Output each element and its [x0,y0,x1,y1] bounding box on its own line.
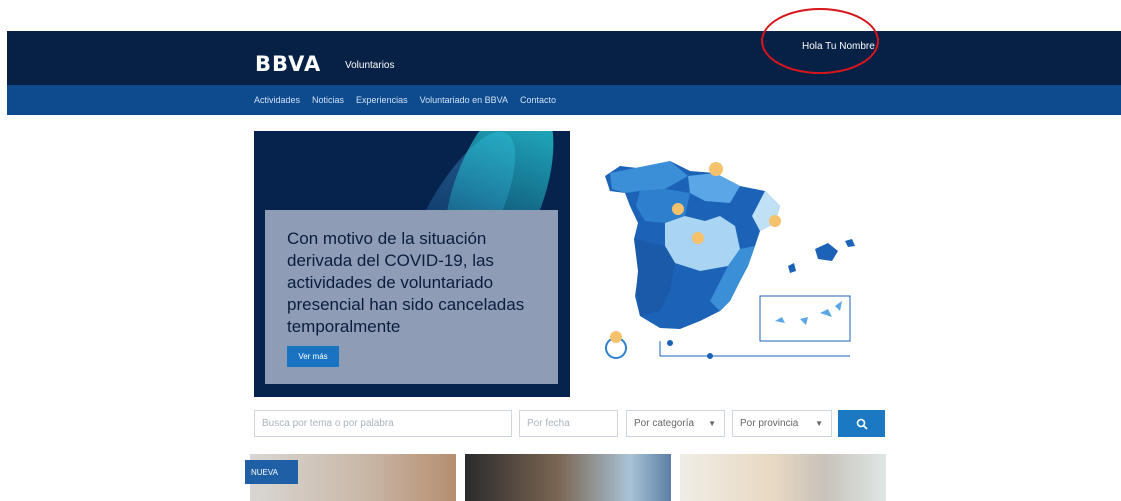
site-subtitle: Voluntarios [345,60,395,71]
ver-mas-button[interactable]: Ver más [287,346,339,367]
nav-item-actividades[interactable]: Actividades [254,95,300,105]
spain-map[interactable] [570,131,886,397]
activity-card-3[interactable] [680,454,886,501]
hero-message: Con motivo de la situación derivada del … [287,229,525,336]
chevron-down-icon: ▼ [708,419,716,428]
province-select-value: Por provincia [740,418,799,429]
nav-item-contacto[interactable]: Contacto [520,95,556,105]
nav-item-noticias[interactable]: Noticias [312,95,344,105]
highlight-circle-annotation [761,8,879,74]
top-header-bar [7,31,1121,85]
province-select[interactable]: Por provincia ▼ [732,410,832,437]
category-select[interactable]: Por categoría ▼ [626,410,725,437]
main-nav-bar [7,85,1121,115]
bbva-logo[interactable]: BBVA [255,52,321,76]
search-icon [856,418,868,430]
spain-map-icon [605,161,855,359]
keyword-search-input[interactable]: Busca por tema o por palabra [254,410,512,437]
category-select-value: Por categoría [634,418,695,429]
date-filter-input[interactable]: Por fecha [519,410,618,437]
chevron-down-icon: ▼ [815,419,823,428]
main-nav: Actividades Noticias Experiencias Volunt… [254,95,556,105]
nav-item-voluntariado[interactable]: Voluntariado en BBVA [420,95,508,105]
search-button[interactable] [838,410,885,437]
new-badge: NUEVA [245,460,298,484]
activity-card-2[interactable] [465,454,671,501]
nav-item-experiencias[interactable]: Experiencias [356,95,408,105]
